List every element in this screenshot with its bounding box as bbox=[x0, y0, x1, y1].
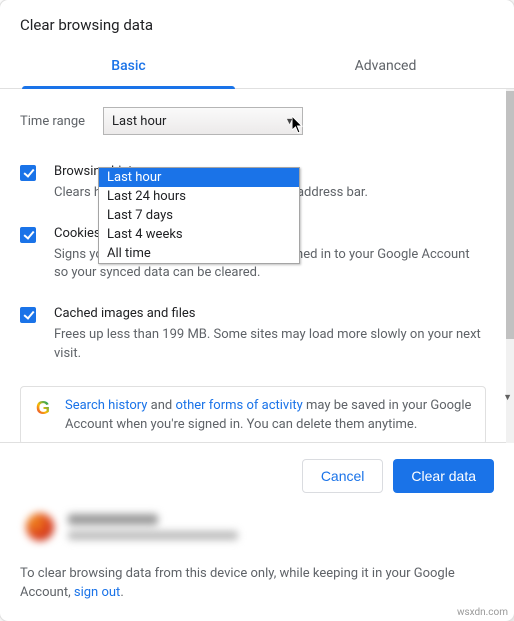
scrollbar-thumb[interactable] bbox=[506, 91, 514, 339]
scrollbar[interactable] bbox=[506, 89, 514, 443]
clear-browsing-data-dialog: Clear browsing data Basic Advanced Time … bbox=[0, 0, 514, 621]
clear-data-button[interactable]: Clear data bbox=[393, 459, 494, 493]
lower-section: To clear browsing data from this device … bbox=[0, 509, 514, 621]
sign-out-link[interactable]: sign out bbox=[74, 585, 120, 600]
content-wrap: Time range Last hour ▼ Browsing history … bbox=[0, 89, 514, 443]
cached-checkbox[interactable] bbox=[20, 307, 36, 323]
time-range-dropdown: Last hour Last 24 hours Last 7 days Last… bbox=[98, 167, 300, 264]
chevron-down-icon: ▼ bbox=[285, 116, 294, 127]
dropdown-option-last-hour[interactable]: Last hour bbox=[99, 168, 299, 187]
dialog-actions: Cancel Clear data bbox=[0, 443, 514, 509]
profile-name-placeholder bbox=[68, 514, 158, 525]
dropdown-option-last-4-weeks[interactable]: Last 4 weeks bbox=[99, 225, 299, 244]
browsing-history-checkbox[interactable] bbox=[20, 165, 36, 181]
tab-advanced[interactable]: Advanced bbox=[257, 46, 514, 88]
time-range-row: Time range Last hour ▼ bbox=[20, 107, 486, 135]
cookies-checkbox[interactable] bbox=[20, 227, 36, 243]
time-range-value: Last hour bbox=[112, 114, 166, 129]
other-activity-link[interactable]: other forms of activity bbox=[175, 398, 302, 413]
google-info-text: Search history and other forms of activi… bbox=[65, 397, 473, 435]
scroll-down-icon[interactable]: ▼ bbox=[503, 392, 512, 403]
google-info-box: G Search history and other forms of acti… bbox=[20, 386, 486, 444]
dropdown-option-all-time[interactable]: All time bbox=[99, 244, 299, 263]
cancel-button[interactable]: Cancel bbox=[302, 459, 384, 493]
dialog-title: Clear browsing data bbox=[0, 0, 514, 46]
dropdown-option-last-7-days[interactable]: Last 7 days bbox=[99, 206, 299, 225]
profile-email-placeholder bbox=[68, 531, 238, 540]
avatar bbox=[26, 513, 54, 541]
search-history-link[interactable]: Search history bbox=[65, 398, 147, 413]
time-range-select[interactable]: Last hour ▼ bbox=[103, 107, 303, 135]
footer-text: To clear browsing data from this device … bbox=[20, 565, 494, 603]
time-range-label: Time range bbox=[20, 114, 85, 129]
tab-basic[interactable]: Basic bbox=[0, 46, 257, 88]
google-logo-icon: G bbox=[33, 399, 53, 419]
profile-row bbox=[26, 513, 494, 541]
dropdown-option-last-24-hours[interactable]: Last 24 hours bbox=[99, 187, 299, 206]
footer-post: . bbox=[120, 585, 123, 600]
watermark: wsxdn.com bbox=[457, 607, 508, 618]
info-mid: and bbox=[147, 398, 175, 413]
cursor-icon bbox=[292, 116, 306, 138]
cached-desc: Frees up less than 199 MB. Some sites ma… bbox=[54, 326, 486, 364]
cached-title: Cached images and files bbox=[54, 305, 486, 324]
cached-text: Cached images and files Frees up less th… bbox=[54, 305, 486, 364]
tabs: Basic Advanced bbox=[0, 46, 514, 89]
cached-row: Cached images and files Frees up less th… bbox=[20, 305, 486, 364]
profile-text bbox=[68, 514, 238, 540]
content-area: Time range Last hour ▼ Browsing history … bbox=[0, 89, 506, 443]
